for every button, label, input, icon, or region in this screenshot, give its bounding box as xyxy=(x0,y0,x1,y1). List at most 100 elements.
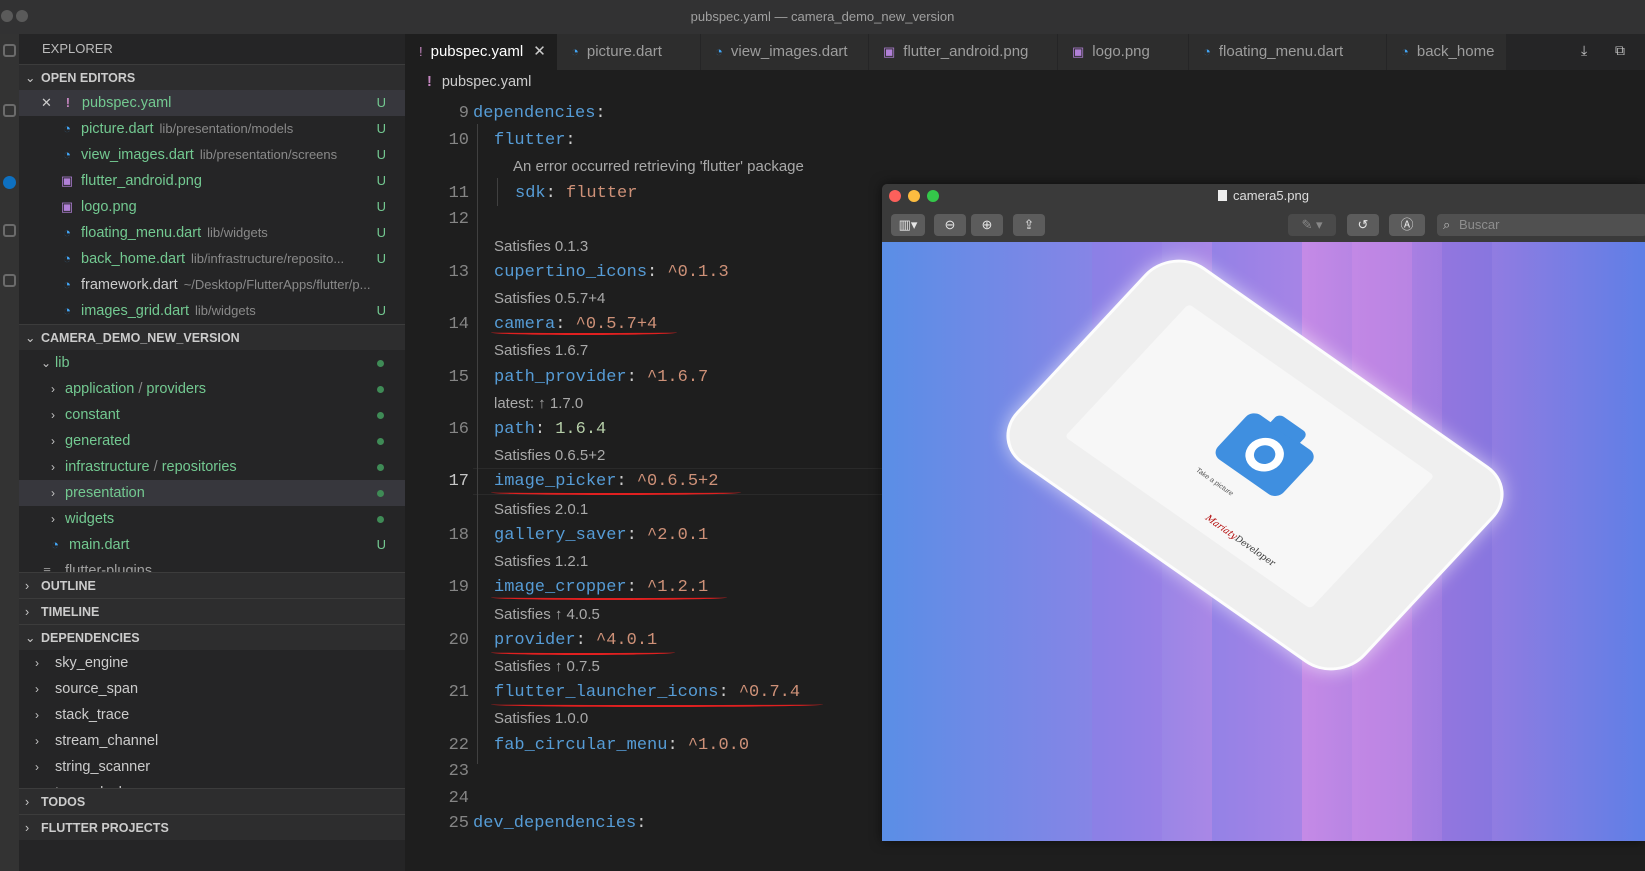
folder-item[interactable]: › generated xyxy=(19,428,405,454)
files-icon[interactable] xyxy=(3,44,16,57)
open-editor-item[interactable]: ◔ picture.dart lib/presentation/models U xyxy=(19,116,405,142)
folder-item[interactable]: › constant xyxy=(19,402,405,428)
codelens-hint[interactable]: Satisfies 0.6.5+2 xyxy=(494,443,605,469)
zoom-window-button[interactable] xyxy=(927,190,939,202)
close-icon[interactable]: ✕ xyxy=(41,95,52,110)
open-changes-icon[interactable]: ⤓ xyxy=(1581,42,1587,59)
debug-icon[interactable] xyxy=(3,224,16,237)
dependency-item[interactable]: › stack_trace xyxy=(19,702,405,728)
codelens-hint[interactable]: Satisfies 1.2.1 xyxy=(494,549,588,575)
preview-toolbar: ▥▾ ⊖ ⊕ ⇪ ✎ ▾ ↺ Ⓐ ⌕ Buscar xyxy=(882,208,1645,243)
brand-logo: MariatyDeveloper xyxy=(1203,514,1277,569)
file-item[interactable]: ≡ .flutter-plugins xyxy=(19,558,405,572)
folder-lib[interactable]: ⌄ lib xyxy=(19,350,405,376)
open-editor-item[interactable]: ◔ floating_menu.dart lib/widgets U xyxy=(19,220,405,246)
section-flutter-projects[interactable]: › FLUTTER PROJECTS xyxy=(19,814,405,840)
dart-icon: ◔ xyxy=(63,225,71,240)
section-dependencies[interactable]: ⌄ DEPENDENCIES xyxy=(19,624,405,650)
git-status-badge: U xyxy=(376,173,386,188)
code-line[interactable]: 9 dependencies: xyxy=(405,100,1645,127)
dart-icon: ◔ xyxy=(63,121,71,136)
share-icon[interactable]: ⇪ xyxy=(1013,214,1045,236)
search-icon[interactable] xyxy=(3,104,16,117)
close-window-button[interactable] xyxy=(889,190,901,202)
open-editor-item[interactable]: ✕! pubspec.yaml U xyxy=(19,90,405,116)
folder-item[interactable]: › infrastructure / repositories xyxy=(19,454,405,480)
code-content: cupertino_icons: ^0.1.3 xyxy=(494,259,729,286)
codelens-hint[interactable]: Satisfies 0.1.3 xyxy=(494,234,588,260)
section-label: OUTLINE xyxy=(41,579,96,593)
tab-logo-png[interactable]: ▣ logo.png xyxy=(1058,34,1189,70)
search-field[interactable]: ⌕ Buscar xyxy=(1437,214,1645,236)
code-content: dev_dependencies: xyxy=(473,810,657,837)
folder-item[interactable]: › application / providers xyxy=(19,376,405,402)
open-editor-item[interactable]: ◔ back_home.dart lib/infrastructure/reposi… xyxy=(19,246,405,272)
sidebar-toggle-icon[interactable]: ▥▾ xyxy=(891,214,925,236)
modified-dot xyxy=(377,438,384,445)
dependency-item[interactable]: › string_scanner xyxy=(19,754,405,780)
section-outline[interactable]: › OUTLINE xyxy=(19,572,405,598)
open-editor-item[interactable]: ◔ framework.dart ~/Desktop/FlutterApps/flu… xyxy=(19,272,405,298)
editor-tabs: ! pubspec.yaml ✕ ◔ picture.dart ◔ view_images.… xyxy=(405,34,1645,70)
dependency-item[interactable]: › source_span xyxy=(19,676,405,702)
close-icon[interactable]: ✕ xyxy=(533,43,546,60)
zoom-out-icon[interactable]: ⊖ xyxy=(934,214,966,236)
git-status-badge: U xyxy=(376,95,386,110)
yaml-key: image_picker xyxy=(494,472,617,491)
rotate-icon[interactable]: ↺ xyxy=(1347,214,1379,236)
tab-pubspec-yaml[interactable]: ! pubspec.yaml ✕ xyxy=(405,34,562,70)
highlight-icon[interactable]: ✎ ▾ xyxy=(1288,214,1336,236)
line-number: 19 xyxy=(448,578,469,597)
codelens-hint[interactable]: An error occurred retrieving 'flutter' p… xyxy=(513,154,804,180)
folder-item[interactable]: › widgets xyxy=(19,506,405,532)
file-main-dart[interactable]: ◔ main.dart U xyxy=(19,532,405,558)
yaml-colon: : xyxy=(616,472,637,491)
section-project[interactable]: ⌄ CAMERA_DEMO_NEW_VERSION xyxy=(19,324,405,350)
source-control-icon[interactable] xyxy=(3,176,16,189)
yaml-colon: : xyxy=(626,368,648,387)
markup-icon[interactable]: Ⓐ xyxy=(1389,214,1425,236)
code-content: sdk: flutter xyxy=(515,180,637,207)
dependency-item[interactable]: › sky_engine xyxy=(19,650,405,676)
modified-dot xyxy=(377,386,384,393)
file-path: ~/Desktop/FlutterApps/flutter/p... xyxy=(183,277,371,292)
tab-view-images-dart[interactable]: ◔ view_images.dart xyxy=(701,34,869,70)
yaml-key: dependencies xyxy=(473,104,596,123)
codelens-hint[interactable]: Satisfies 1.0.0 xyxy=(494,706,588,732)
section-todos[interactable]: › TODOS xyxy=(19,788,405,814)
git-status-badge: U xyxy=(376,225,386,240)
dependency-item[interactable]: › term_glyph xyxy=(19,780,405,788)
open-editor-item[interactable]: ◔ images_grid.dart lib/widgets U xyxy=(19,298,405,324)
open-editor-item[interactable]: ▣ logo.png U xyxy=(19,194,405,220)
split-editor-icon[interactable]: ⧉ xyxy=(1615,42,1625,59)
section-open-editors[interactable]: ⌄ OPEN EDITORS xyxy=(19,64,405,90)
git-status-badge: U xyxy=(376,251,386,266)
tab-picture-dart[interactable]: ◔ picture.dart xyxy=(557,34,701,70)
codelens-hint[interactable]: latest: ↑ 1.7.0 xyxy=(494,391,583,417)
code-line[interactable]: 10 flutter: xyxy=(405,127,1645,154)
open-editor-item[interactable]: ◔ view_images.dart lib/presentation/screen… xyxy=(19,142,405,168)
codelens-hint[interactable]: Satisfies 2.0.1 xyxy=(494,497,588,523)
codelens-hint[interactable]: Satisfies 1.6.7 xyxy=(494,338,588,364)
dependency-item[interactable]: › stream_channel xyxy=(19,728,405,754)
tab-back-home[interactable]: ◔ back_home xyxy=(1387,34,1507,70)
file-name: logo.png xyxy=(81,199,137,215)
codelens-hint[interactable]: Satisfies 0.5.7+4 xyxy=(494,286,605,312)
minimize-window-button[interactable] xyxy=(908,190,920,202)
red-underline-annotation xyxy=(491,330,677,335)
file-path: lib/infrastructure/reposito... xyxy=(190,251,345,266)
dart-icon: ◔ xyxy=(63,277,71,292)
zoom-in-icon[interactable]: ⊕ xyxy=(971,214,1003,236)
extensions-icon[interactable] xyxy=(3,274,16,287)
codelens-hint[interactable]: Satisfies ↑ 0.7.5 xyxy=(494,654,600,680)
breadcrumb[interactable]: ! pubspec.yaml xyxy=(405,70,1645,94)
tab-floating-menu-dart[interactable]: ◔ floating_menu.dart xyxy=(1189,34,1387,70)
yaml-colon: : xyxy=(595,104,616,123)
open-editor-item[interactable]: ▣ flutter_android.png U xyxy=(19,168,405,194)
codelens-hint[interactable]: Satisfies ↑ 4.0.5 xyxy=(494,602,600,628)
git-status-badge: U xyxy=(376,147,386,162)
settings-file-icon: ≡ xyxy=(43,563,51,572)
tab-flutter-android-png[interactable]: ▣ flutter_android.png xyxy=(869,34,1058,70)
folder-item[interactable]: › presentation xyxy=(19,480,405,506)
section-timeline[interactable]: › TIMELINE xyxy=(19,598,405,624)
